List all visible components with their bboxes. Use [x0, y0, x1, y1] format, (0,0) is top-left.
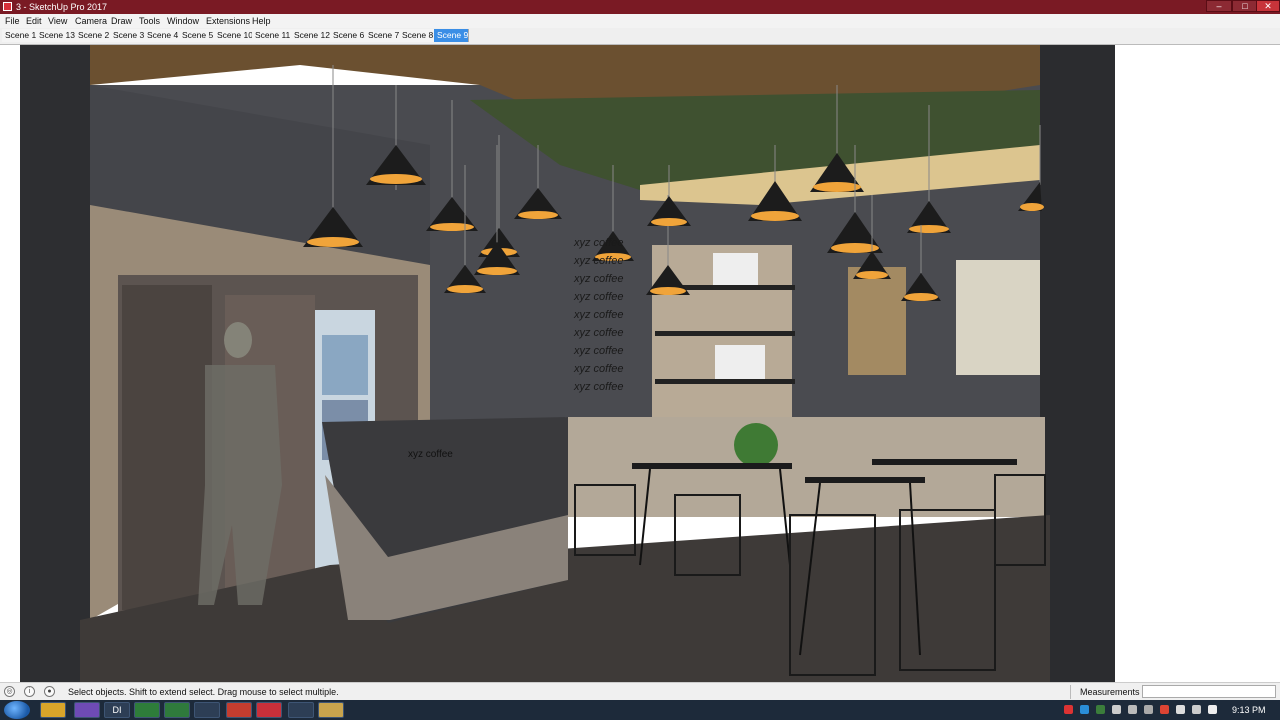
close-button[interactable]: ✕: [1256, 0, 1280, 12]
measurements-label: Measurements: [1080, 687, 1140, 697]
tab-scene-4[interactable]: Scene 4: [144, 29, 183, 42]
geo-location-icon[interactable]: ◎: [4, 686, 15, 697]
network-icon[interactable]: [1208, 705, 1217, 714]
pdf-icon[interactable]: [288, 702, 314, 718]
wall-signage: xyz coffee xyz coffee xyz coffee xyz cof…: [573, 237, 624, 393]
right-dark-pillar: [1040, 45, 1115, 682]
wall-painting-street: [848, 267, 906, 375]
counter-sign-text: xyz coffee: [408, 449, 453, 460]
cafe-table: [872, 459, 1017, 465]
taskbar-clock[interactable]: 9:13 PM: [1232, 700, 1266, 720]
tab-scene-10[interactable]: Scene 10: [214, 29, 257, 42]
autocad-icon[interactable]: [226, 702, 252, 718]
wall-sign-text: xyz coffee: [573, 381, 624, 393]
user-icon[interactable]: ●: [44, 686, 55, 697]
viewport-empty-area: [1115, 45, 1280, 682]
excel-icon-2[interactable]: [164, 702, 190, 718]
chrome-icon[interactable]: [40, 702, 66, 718]
info-icon[interactable]: i: [24, 686, 35, 697]
measurements-input[interactable]: [1142, 685, 1276, 698]
wall-sign-text: xyz coffee: [573, 327, 624, 339]
wood-door: [122, 285, 212, 610]
menu-draw[interactable]: Draw: [111, 14, 132, 28]
menu-bar: File Edit View Camera Draw Tools Window …: [0, 14, 1280, 29]
tray-icon[interactable]: [1144, 705, 1153, 714]
dictionary-icon[interactable]: DI: [104, 702, 130, 718]
maximize-button[interactable]: □: [1232, 0, 1258, 12]
menu-file[interactable]: File: [5, 14, 20, 28]
tab-scene-9[interactable]: Scene 9: [434, 29, 469, 42]
tray-icon[interactable]: [1064, 705, 1073, 714]
minimize-button[interactable]: –: [1206, 0, 1232, 12]
window-title: 3 - SketchUp Pro 2017: [16, 2, 108, 12]
monitor-icon[interactable]: [194, 702, 220, 718]
wall-sign-text: xyz coffee: [573, 345, 624, 357]
menu-help[interactable]: Help: [252, 14, 271, 28]
tab-scene-12[interactable]: Scene 12: [291, 29, 334, 42]
wall-sign-text: xyz coffee: [573, 237, 624, 249]
tray-icon[interactable]: [1128, 705, 1137, 714]
wall-sign-text: xyz coffee: [573, 273, 624, 285]
tab-scene-5[interactable]: Scene 5: [179, 29, 218, 42]
tab-scene-7[interactable]: Scene 7: [365, 29, 404, 42]
status-bar: ◎ i ● Select objects. Shift to extend se…: [0, 682, 1280, 701]
viber-icon[interactable]: [74, 702, 100, 718]
tray-icon[interactable]: [1160, 705, 1169, 714]
tab-scene-2[interactable]: Scene 2: [75, 29, 114, 42]
status-message: Select objects. Shift to extend select. …: [68, 687, 339, 697]
start-button[interactable]: [4, 701, 30, 719]
scene-tabs-bar: Scene 1 Scene 13 Scene 2 Scene 3 Scene 4…: [0, 28, 1280, 45]
tab-scene-3[interactable]: Scene 3: [110, 29, 149, 42]
tab-scene-13[interactable]: Scene 13: [36, 29, 79, 42]
person-figure-head: [224, 322, 252, 358]
tray-icon[interactable]: [1112, 705, 1121, 714]
tab-scene-1[interactable]: Scene 1: [2, 29, 41, 42]
wall-sign-text: xyz coffee: [573, 363, 624, 375]
tab-scene-11[interactable]: Scene 11: [252, 29, 295, 42]
volume-icon[interactable]: [1192, 705, 1201, 714]
menu-window[interactable]: Window: [167, 14, 199, 28]
windows-taskbar: DI 9:13 PM: [0, 700, 1280, 720]
menu-camera[interactable]: Camera: [75, 14, 107, 28]
menu-view[interactable]: View: [48, 14, 67, 28]
cafe-table: [805, 477, 925, 483]
tab-scene-6[interactable]: Scene 6: [330, 29, 369, 42]
tray-icon[interactable]: [1080, 705, 1089, 714]
excel-icon[interactable]: [134, 702, 160, 718]
sketchup-icon[interactable]: [256, 702, 282, 718]
wall-sign-text: xyz coffee: [573, 309, 624, 321]
tray-icon[interactable]: [1176, 705, 1185, 714]
sketchup-app-icon[interactable]: [3, 2, 12, 11]
cafe-interior-render[interactable]: xyz coffee xyz coffee xyz coffee xyz cof…: [0, 45, 1280, 682]
tray-icon[interactable]: [1096, 705, 1105, 714]
tab-scene-8[interactable]: Scene 8: [399, 29, 438, 42]
menu-tools[interactable]: Tools: [139, 14, 160, 28]
cafe-table: [632, 463, 792, 469]
menu-extensions[interactable]: Extensions: [206, 14, 250, 28]
left-dark-pillar: [20, 45, 90, 682]
model-viewport[interactable]: xyz coffee xyz coffee xyz coffee xyz cof…: [0, 45, 1280, 682]
title-bar: 3 - SketchUp Pro 2017 – □ ✕: [0, 0, 1280, 14]
wall-painting-bicycle: [956, 260, 1040, 375]
menu-edit[interactable]: Edit: [26, 14, 42, 28]
potted-plant: [734, 423, 778, 467]
wall-sign-text: xyz coffee: [573, 255, 624, 267]
wall-sign-text: xyz coffee: [573, 291, 624, 303]
explorer-icon[interactable]: [318, 702, 344, 718]
